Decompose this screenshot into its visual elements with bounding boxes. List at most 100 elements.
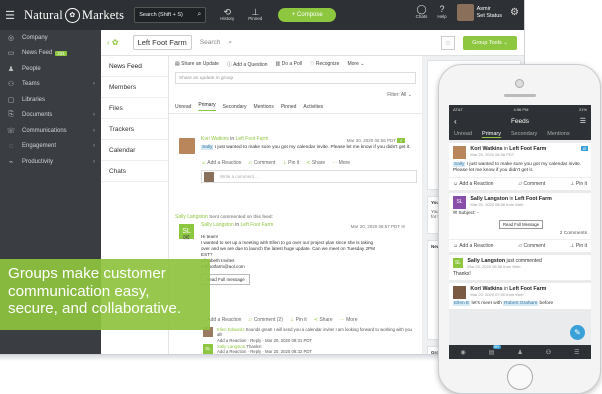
back-chevron-icon[interactable]: ‹ ✿ bbox=[107, 38, 119, 47]
more-action[interactable]: More ⌄ bbox=[347, 61, 364, 68]
post-group[interactable]: Left Foot Farm bbox=[241, 222, 274, 228]
sidebar-item-company[interactable]: ◎ Company bbox=[0, 30, 101, 46]
share-update-input[interactable]: Share an update in group bbox=[175, 72, 416, 84]
share-button[interactable]: ≺ Share bbox=[314, 317, 333, 323]
group-nav-news-feed[interactable]: News Feed bbox=[101, 56, 168, 77]
pin-it-button[interactable]: ⊥ Pin it bbox=[282, 160, 299, 166]
compose-fab-pencil-icon[interactable]: ✎ bbox=[570, 325, 585, 340]
tab-secondary[interactable]: Secondary bbox=[223, 104, 247, 110]
sidebar-item-teams[interactable]: ⚇ Teams › bbox=[0, 77, 101, 93]
nav-more-icon[interactable]: ☰ bbox=[574, 349, 579, 356]
add-reaction-button[interactable]: ☺ Add a Reaction bbox=[453, 181, 493, 187]
reply-meta[interactable]: Add a Reaction · Reply · Mar 20, 2020 08… bbox=[217, 349, 413, 354]
add-reaction-button[interactable]: ☺ Add a Reaction bbox=[453, 243, 493, 249]
comment-button[interactable]: ▱ Comment (2) bbox=[248, 317, 282, 323]
tab-unread[interactable]: Unread bbox=[454, 131, 472, 137]
sidebar-item-engagement[interactable]: ◌ Engagement › bbox=[0, 139, 101, 155]
recognize-action[interactable]: ♡ Recognize bbox=[310, 61, 340, 68]
comment-button[interactable]: ▱ Comment bbox=[248, 160, 275, 166]
group-nav-members[interactable]: Members bbox=[101, 77, 168, 98]
nav-teams-icon[interactable]: ⚇ bbox=[546, 349, 551, 356]
reply-meta[interactable]: Add a Reaction · Reply · Mar 20, 2020 08… bbox=[217, 338, 413, 343]
mobile-feed-card[interactable]: Kori Watkins in Left Foot Farm Mar 20, 2… bbox=[449, 143, 591, 178]
back-chevron-icon[interactable]: ‹ bbox=[454, 117, 457, 126]
group-nav-chats[interactable]: Chats bbox=[101, 161, 168, 182]
user-menu[interactable]: Asmir Set Status bbox=[477, 6, 502, 19]
comment-button[interactable]: ▱ Comment bbox=[518, 181, 545, 187]
pin-it-button[interactable]: ⊥ Pin it bbox=[570, 181, 587, 187]
more-button[interactable]: ··· More bbox=[340, 317, 358, 323]
user-avatar[interactable] bbox=[456, 4, 474, 21]
tab-mentions[interactable]: Mentions bbox=[547, 131, 569, 137]
share-button[interactable]: ≺ Share bbox=[306, 160, 325, 166]
add-reaction-button[interactable]: ☺ Add a Reaction bbox=[201, 160, 241, 166]
tab-pinned[interactable]: Pinned bbox=[281, 104, 297, 110]
comment-input[interactable]: Write a comment... bbox=[201, 170, 417, 183]
sidebar-item-libraries[interactable]: ▢ Libraries bbox=[0, 92, 101, 108]
post-group[interactable]: Left Foot Farm bbox=[236, 136, 269, 142]
avatar[interactable]: SL bbox=[453, 258, 463, 269]
reply-author[interactable]: Ellen Edwards bbox=[217, 327, 244, 332]
group-search-label[interactable]: Search bbox=[200, 39, 221, 46]
hamburger-menu-icon[interactable]: ☰ bbox=[0, 9, 20, 22]
pin-it-button[interactable]: ⊥ Pin it bbox=[290, 317, 307, 323]
sidebar-item-people[interactable]: ♟ People bbox=[0, 61, 101, 77]
search-icon[interactable]: ⌕ bbox=[228, 39, 232, 47]
post-author[interactable]: Sally Langston bbox=[201, 222, 234, 228]
group-nav-files[interactable]: Files bbox=[101, 98, 168, 119]
avatar[interactable] bbox=[179, 138, 195, 154]
sidebar-item-communications[interactable]: ☏ Communications › bbox=[0, 123, 101, 139]
mobile-feed-card[interactable]: SL Sally Langston in Left Foot Farm Mar … bbox=[449, 193, 591, 240]
tab-mentions[interactable]: Mentions bbox=[254, 104, 274, 110]
avatar[interactable]: SL bbox=[453, 196, 466, 210]
tab-secondary[interactable]: Secondary bbox=[511, 131, 537, 137]
sidebar-item-documents[interactable]: ⎘ Documents › bbox=[0, 108, 101, 124]
mention-tag[interactable]: Sally bbox=[201, 145, 214, 150]
star-favorite-icon[interactable]: ☆ bbox=[441, 36, 455, 50]
nav-home-icon[interactable]: ◉ bbox=[460, 349, 465, 356]
help-button[interactable]: ? Help bbox=[437, 4, 446, 20]
tab-activities[interactable]: Activities bbox=[303, 104, 323, 110]
app-logo[interactable]: Natural ✿ Markets bbox=[24, 7, 124, 23]
tab-primary[interactable]: Primary bbox=[198, 102, 216, 111]
mobile-feed-card[interactable]: Kori Watkins in Left Foot Farm Mar 20, 2… bbox=[449, 283, 591, 310]
share-update-action[interactable]: ▤ Share an Update bbox=[175, 61, 219, 68]
mention-tag[interactable]: Sally bbox=[453, 162, 466, 167]
mention-tag[interactable]: Ellen E bbox=[453, 301, 471, 307]
avatar[interactable] bbox=[453, 286, 466, 300]
group-tools-button[interactable]: Group Tools ⌄ bbox=[463, 36, 517, 50]
read-full-message-button[interactable]: Read Full Message bbox=[499, 220, 544, 230]
comment-button[interactable]: ▱ Comment bbox=[518, 243, 545, 249]
settings-gear-icon[interactable]: ⚙ bbox=[510, 7, 519, 18]
group-title-dropdown[interactable]: Left Foot Farm bbox=[132, 35, 192, 50]
mobile-comment-card[interactable]: SL Sally Langston just commented Mar 20,… bbox=[449, 255, 591, 281]
sidebar-item-productivity[interactable]: ⌁ Productivity › bbox=[0, 154, 101, 170]
compose-button[interactable]: + Compose bbox=[278, 8, 337, 22]
global-search-input[interactable]: Search (Shift + S) ⌕ bbox=[134, 7, 207, 23]
mention-tag[interactable]: Robert Graham bbox=[503, 301, 539, 307]
search-icon[interactable]: ⌕ bbox=[197, 11, 201, 19]
phone-home-button[interactable] bbox=[507, 364, 533, 390]
more-button[interactable]: ··· More bbox=[332, 160, 350, 166]
feed-filter-dropdown[interactable]: Filter: All ⌄ bbox=[387, 92, 412, 98]
comment-count[interactable]: 2 Comments bbox=[453, 231, 587, 236]
add-question-action[interactable]: ⓘ Add a Question bbox=[227, 61, 268, 68]
nav-newsfeed-icon[interactable]: ▤ 99+ bbox=[489, 344, 501, 356]
avatar[interactable]: SL bbox=[203, 344, 213, 354]
notice-author[interactable]: Sally Langston bbox=[175, 214, 208, 220]
nav-people-icon[interactable]: ♟ bbox=[517, 349, 522, 356]
do-poll-action[interactable]: ▥ Do a Poll bbox=[276, 61, 302, 68]
sidebar-item-news-feed[interactable]: ▭ News Feed 231 bbox=[0, 46, 101, 62]
history-button[interactable]: ⟲ History bbox=[220, 7, 234, 23]
tab-primary[interactable]: Primary bbox=[482, 131, 501, 138]
post-author[interactable]: Kori Watkins bbox=[201, 136, 229, 142]
group-nav-calendar[interactable]: Calendar bbox=[101, 140, 168, 161]
list-menu-icon[interactable]: ☰ bbox=[580, 117, 586, 125]
pinned-button[interactable]: ⊥ Pinned bbox=[248, 7, 262, 23]
avatar[interactable] bbox=[453, 146, 466, 159]
chats-button[interactable]: ◯ Chats bbox=[416, 4, 428, 20]
group-nav-trackers[interactable]: Trackers bbox=[101, 119, 168, 140]
pin-it-button[interactable]: ⊥ Pin it bbox=[570, 243, 587, 249]
tab-unread[interactable]: Unread bbox=[175, 104, 191, 110]
reply-author[interactable]: Sally Langston bbox=[217, 344, 245, 349]
